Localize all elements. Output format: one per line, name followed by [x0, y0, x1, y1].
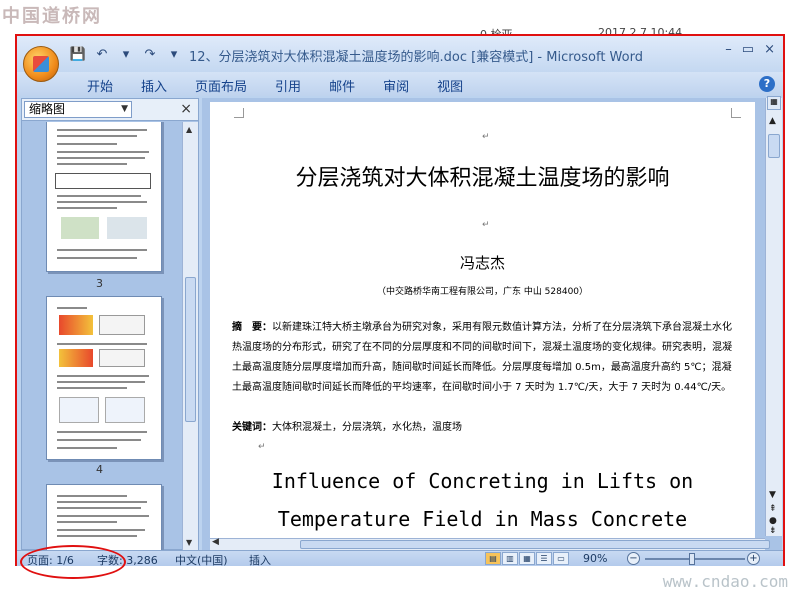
document-horizontal-scrollbar[interactable]: ◀ — [210, 537, 770, 550]
navigation-view-select[interactable]: 缩略图 ▼ — [24, 101, 132, 118]
page-thumbnail[interactable] — [46, 122, 162, 272]
scroll-down-icon[interactable]: ▼ — [769, 490, 776, 500]
page-thumbnail[interactable] — [46, 296, 162, 460]
document-area: ↵ 分层浇筑对大体积混凝土温度场的影响 ↵ 冯志杰 （中交路桥华南工程有限公司，… — [202, 96, 782, 550]
ruler-toggle-icon[interactable]: ▦ — [767, 96, 781, 110]
keywords-label: 关键词： — [232, 422, 272, 433]
english-title-line1: Influence of Concreting in Lifts on — [271, 469, 694, 493]
customize-qat-icon[interactable]: ▾ — [165, 47, 183, 62]
thumbnail-scrollbar[interactable]: ▲ ▼ — [182, 122, 198, 550]
document-keywords: 关键词：大体积混凝土，分层浇筑，水化热，温度场 — [232, 418, 462, 433]
english-title-line2: Temperature Field in Mass Concrete — [277, 507, 688, 531]
ribbon-tabs: 开始 插入 页面布局 引用 邮件 审阅 视图 ? — [17, 72, 783, 96]
thumbnail-list: 3 4 — [22, 122, 184, 550]
abstract-text: 以新建珠江特大桥主墩承台为研究对象，采用有限元数值计算方法，分析了在分层浇筑下承… — [232, 322, 732, 393]
select-browse-object-icon[interactable]: ● — [769, 516, 777, 526]
zoom-slider[interactable] — [645, 558, 745, 560]
abstract-label: 摘 要： — [232, 322, 272, 333]
navigation-view-label: 缩略图 — [29, 102, 66, 116]
document-page[interactable]: ↵ 分层浇筑对大体积混凝土温度场的影响 ↵ 冯志杰 （中交路桥华南工程有限公司，… — [210, 102, 755, 538]
highlight-ellipse — [20, 545, 126, 579]
paragraph-mark: ↵ — [482, 132, 490, 142]
print-layout-icon[interactable]: ▤ — [485, 552, 501, 565]
thumbnail-page-number: 4 — [96, 463, 103, 476]
tab-view[interactable]: 视图 — [423, 76, 477, 95]
next-page-icon[interactable]: ⇟ — [769, 526, 777, 536]
document-title: 分层浇筑对大体积混凝土温度场的影响 — [295, 166, 670, 191]
window-controls: – ▭ × — [725, 42, 775, 57]
scroll-down-icon[interactable]: ▼ — [186, 538, 192, 547]
document-author: 冯志杰 — [459, 254, 505, 272]
watermark-top: 中国道桥网 — [2, 6, 102, 27]
scrollbar-thumb[interactable] — [185, 277, 196, 422]
maximize-button[interactable]: ▭ — [742, 42, 754, 57]
previous-page-icon[interactable]: ⇞ — [769, 504, 777, 514]
status-insert-mode[interactable]: 插入 — [249, 552, 271, 568]
status-language[interactable]: 中文(中国) — [175, 552, 228, 568]
redo-icon[interactable]: ↷ — [141, 47, 159, 62]
tab-home[interactable]: 开始 — [73, 76, 127, 95]
margin-marker — [731, 108, 741, 118]
outline-icon[interactable]: ☰ — [536, 552, 552, 565]
zoom-in-icon[interactable]: + — [747, 552, 760, 565]
undo-dropdown-icon[interactable]: ▾ — [117, 47, 135, 62]
tab-references[interactable]: 引用 — [261, 76, 315, 95]
window-title: 12、分层浇筑对大体积混凝土温度场的影响.doc [兼容模式] - Micros… — [189, 50, 643, 65]
document-affiliation: （中交路桥华南工程有限公司，广东 中山 528400） — [376, 287, 589, 297]
scroll-left-icon[interactable]: ◀ — [212, 537, 219, 547]
document-vertical-scrollbar[interactable]: ▦ ▲ ▼ ⇞ ● ⇟ — [765, 96, 782, 536]
zoom-level[interactable]: 90% — [583, 552, 607, 565]
scrollbar-thumb[interactable] — [300, 540, 770, 549]
zoom-out-icon[interactable]: − — [627, 552, 640, 565]
undo-icon[interactable]: ↶ — [93, 47, 111, 62]
thumbnail-page-number: 3 — [96, 277, 103, 290]
status-bar: 页面: 1/6 字数: 3,286 中文(中国) 插入 ▤ ▥ ▦ ☰ ▭ 90… — [17, 550, 783, 568]
office-logo-icon — [33, 56, 49, 72]
draft-icon[interactable]: ▭ — [553, 552, 569, 565]
minimize-button[interactable]: – — [725, 42, 732, 57]
word-window: 💾 ↶ ▾ ↷ ▾ 12、分层浇筑对大体积混凝土温度场的影响.doc [兼容模式… — [15, 34, 785, 568]
page-thumbnail[interactable] — [46, 484, 162, 550]
document-abstract: 摘 要：以新建珠江特大桥主墩承台为研究对象，采用有限元数值计算方法，分析了在分层… — [232, 318, 732, 398]
paragraph-mark: ↵ — [258, 442, 266, 452]
thumbnail-pane-header: 缩略图 ▼ × — [22, 99, 198, 121]
watermark-bottom: www.cndao.com — [662, 572, 788, 591]
quick-access-toolbar: 💾 ↶ ▾ ↷ ▾ — [69, 44, 183, 64]
paragraph-mark: ↵ — [482, 220, 490, 230]
tab-mailings[interactable]: 邮件 — [315, 76, 369, 95]
scroll-up-icon[interactable]: ▲ — [769, 116, 776, 126]
zoom-slider-handle[interactable] — [689, 553, 695, 565]
close-icon[interactable]: × — [180, 101, 192, 117]
scroll-up-icon[interactable]: ▲ — [186, 125, 192, 134]
tab-insert[interactable]: 插入 — [127, 76, 181, 95]
chevron-down-icon: ▼ — [121, 104, 128, 114]
save-icon[interactable]: 💾 — [69, 47, 87, 62]
keywords-text: 大体积混凝土，分层浇筑，水化热，温度场 — [272, 422, 462, 433]
scrollbar-thumb[interactable] — [768, 134, 780, 158]
help-icon[interactable]: ? — [759, 76, 775, 92]
office-button[interactable] — [23, 46, 59, 82]
view-buttons: ▤ ▥ ▦ ☰ ▭ — [485, 552, 569, 565]
full-screen-reading-icon[interactable]: ▥ — [502, 552, 518, 565]
web-layout-icon[interactable]: ▦ — [519, 552, 535, 565]
tab-page-layout[interactable]: 页面布局 — [181, 76, 261, 95]
close-button[interactable]: × — [764, 42, 775, 57]
margin-marker — [234, 108, 244, 118]
thumbnail-pane: 缩略图 ▼ × 3 4 ▲ ▼ — [21, 98, 199, 550]
tab-review[interactable]: 审阅 — [369, 76, 423, 95]
title-bar: 💾 ↶ ▾ ↷ ▾ 12、分层浇筑对大体积混凝土温度场的影响.doc [兼容模式… — [17, 36, 783, 72]
background-area: 中国道桥网 0 栓亚 2017 2 7 10:44 — [0, 0, 800, 41]
